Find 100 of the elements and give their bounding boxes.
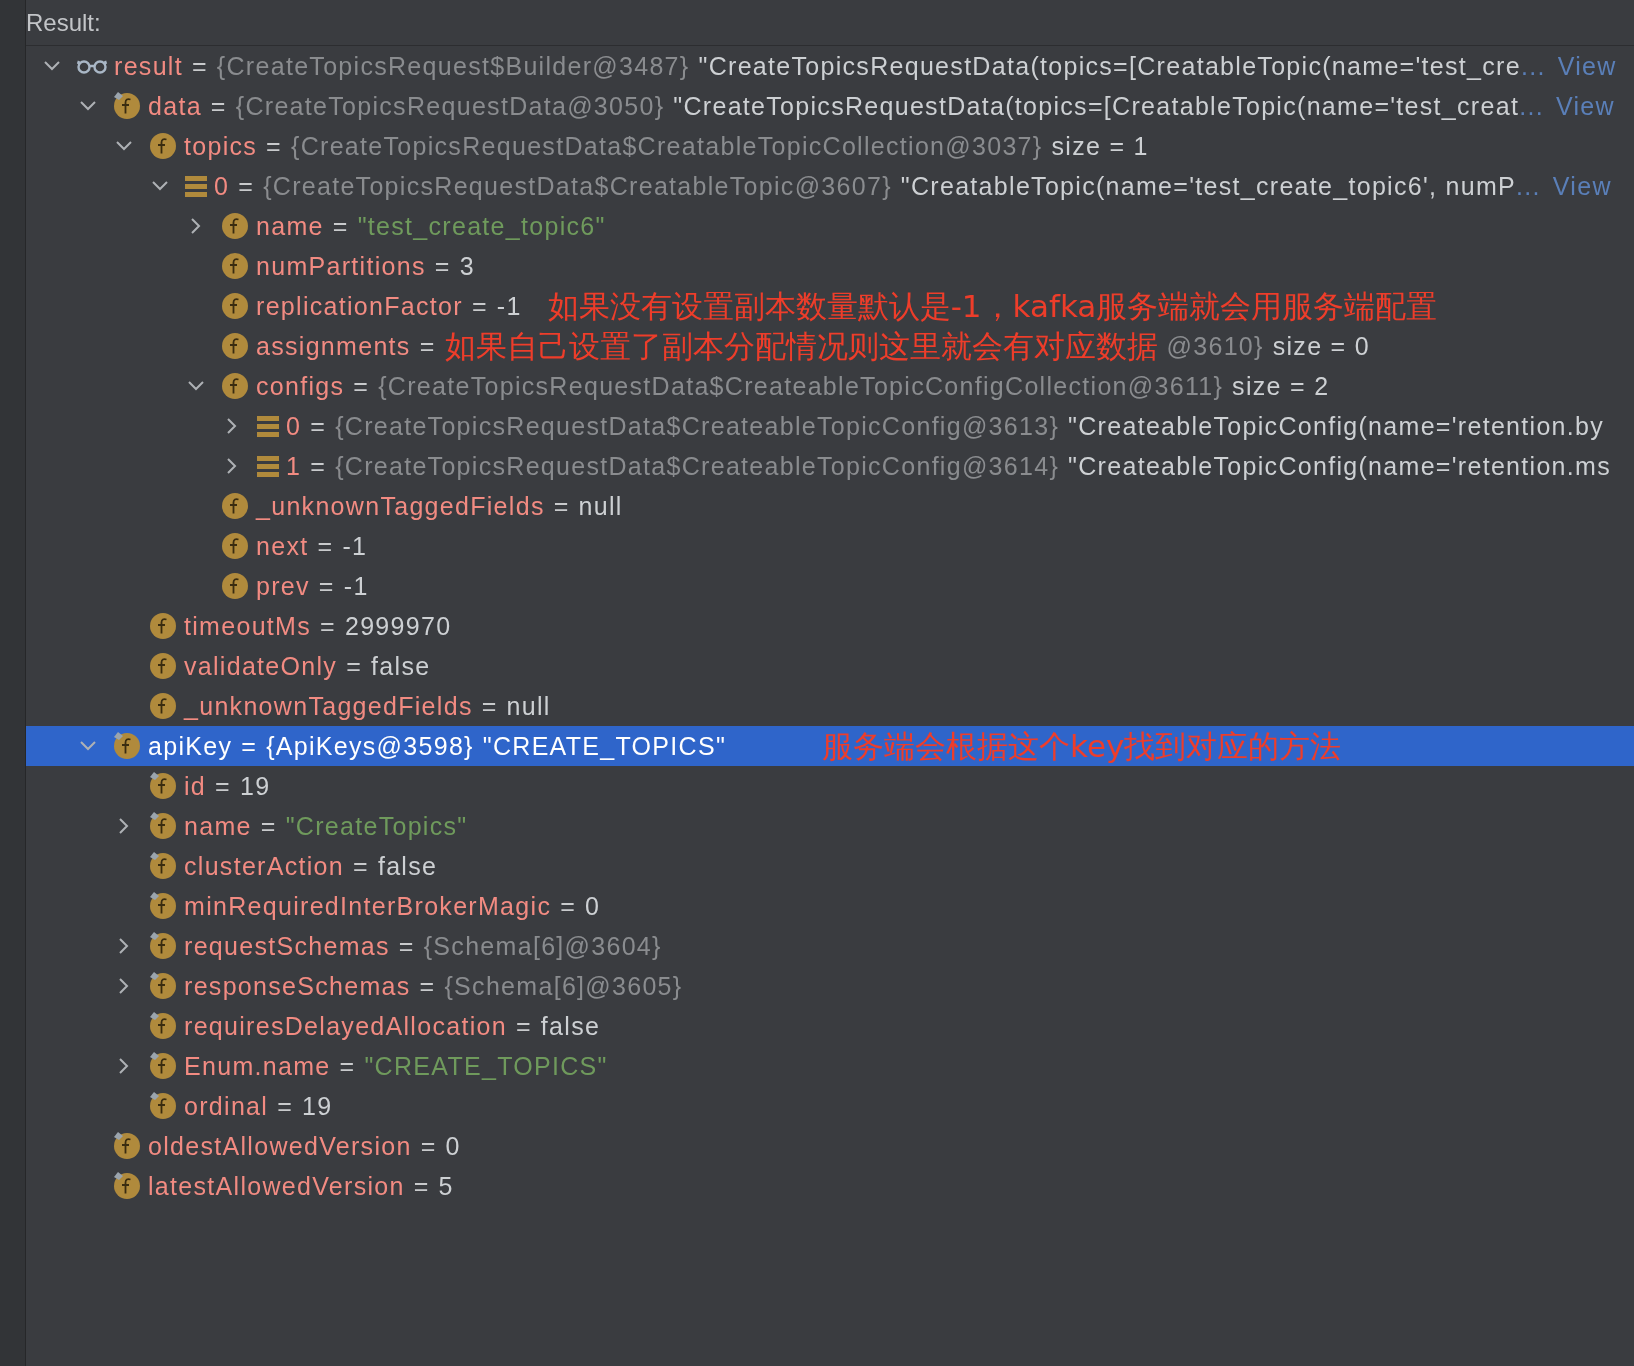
value-text: false [540,1011,601,1041]
variable-name: 0 [214,171,230,201]
value-text: 2999970 [344,611,452,641]
equals-sign: = [346,651,363,681]
equals-sign: = [471,291,488,321]
value-text: "CreatableTopic(name='test_create_topic6', numP [900,171,1517,201]
variable-name: 1 [286,451,302,481]
tree-row[interactable]: requestSchemas = {Schema[6]@3604} [26,926,1634,966]
annotation-text: 如果自己设置了副本分配情况则这里就会有对应数据 [444,327,1158,365]
equals-sign: = [353,371,370,401]
equals-sign: = [413,1171,430,1201]
ellipsis: ... [1520,51,1546,81]
annotation-text: 服务端会根据这个key找到对应的方法 [822,727,1342,765]
string-value: "CREATE_TOPICS" [364,1051,608,1081]
value-text: -1 [342,531,368,561]
tree-row[interactable]: Enum.name = "CREATE_TOPICS" [26,1046,1634,1086]
variable-name: prev [256,571,310,601]
tree-row[interactable]: result = {CreateTopicsRequest$Builder@3487} "CreateTopicsRequestData(topics=[CreatableTopic(name='test_cre... View [26,46,1634,86]
tree-row[interactable]: ordinal = 19 [26,1086,1634,1126]
variable-name: name [184,811,252,841]
value-text: false [377,851,438,881]
object-reference: {CreateTopicsRequestData$CreateableTopicConfig@3614} [335,451,1060,481]
tree-row[interactable]: clusterAction = false [26,846,1634,886]
tree-row[interactable]: _unknownTaggedFields = null [26,686,1634,726]
object-reference: {Schema[6]@3604} [423,931,662,961]
equals-sign: = [560,891,577,921]
tree-row[interactable]: prev = -1 [26,566,1634,606]
size-text: size = 1 [1051,131,1149,161]
equals-sign: = [332,211,349,241]
equals-sign: = [515,1011,532,1041]
variable-name: replicationFactor [256,291,463,321]
tree-row[interactable]: validateOnly = false [26,646,1634,686]
tree-row[interactable]: replicationFactor = -1 如果没有设置副本数量默认是-1，kafka服务端就会用服务端配置 [26,286,1634,326]
object-reference: {CreateTopicsRequestData$CreateableTopicConfigCollection@3611} [378,371,1224,401]
equals-sign: = [419,971,436,1001]
value-text: "CreateableTopicConfig(name='retention.by [1068,411,1605,441]
equals-sign: = [241,731,258,761]
tree-row[interactable]: 1 = {CreateTopicsRequestData$CreateableTopicConfig@3614} "CreateableTopicConfig(name='retention.ms [26,446,1634,486]
value-text: -1 [496,291,522,321]
string-value: "test_create_topic6" [357,211,606,241]
variable-name: next [256,531,309,561]
equals-sign: = [310,451,327,481]
variable-name: topics [184,131,258,161]
tree-row[interactable]: id = 19 [26,766,1634,806]
object-reference: {CreateTopicsRequestData@3050} [235,91,665,121]
value-text: null [578,491,623,521]
variable-name: assignments [256,331,411,361]
value-text: "CreateTopicsRequestData(topics=[CreatableTopic(name='test_cre [698,51,1521,81]
tree-row[interactable]: 0 = {CreateTopicsRequestData$CreateableTopicConfig@3613} "CreateableTopicConfig(name='retention.by [26,406,1634,446]
tree-row[interactable]: topics = {CreateTopicsRequestData$CreatableTopicCollection@3037} size = 1 [26,126,1634,166]
equals-sign: = [339,1051,356,1081]
equals-sign: = [398,931,415,961]
variable-name: _unknownTaggedFields [256,491,545,521]
tree-row[interactable]: assignments = 如果自己设置了副本分配情况则这里就会有对应数据 @3610} size = 0 [26,326,1634,366]
tree-row[interactable]: latestAllowedVersion = 5 [26,1166,1634,1206]
value-text: 0 [445,1131,461,1161]
tree-row[interactable]: oldestAllowedVersion = 0 [26,1126,1634,1166]
tree-row[interactable]: configs = {CreateTopicsRequestData$CreateableTopicConfigCollection@3611} size = 2 [26,366,1634,406]
value-text: 5 [438,1171,454,1201]
equals-sign: = [481,691,498,721]
tree-row[interactable]: next = -1 [26,526,1634,566]
ellipsis: ... [1516,171,1541,201]
equals-sign: = [434,251,451,281]
tree-row[interactable]: 0 = {CreateTopicsRequestData$CreatableTopic@3607} "CreatableTopic(name='test_create_topic6', numP... View [26,166,1634,206]
equals-sign: = [419,331,436,361]
variable-name: requiresDelayedAllocation [184,1011,507,1041]
tree-row[interactable]: numPartitions = 3 [26,246,1634,286]
object-reference: {ApiKeys@3598} [266,731,474,761]
size-text: size = 0 [1272,331,1370,361]
object-reference: {CreateTopicsRequestData$CreatableTopicCollection@3037} [291,131,1043,161]
variable-name: validateOnly [184,651,338,681]
variable-name: ordinal [184,1091,269,1121]
equals-sign: = [553,491,570,521]
tree-row[interactable]: name = "test_create_topic6" [26,206,1634,246]
variable-name: name [256,211,324,241]
variable-name: requestSchemas [184,931,390,961]
equals-sign: = [215,771,231,801]
value-text: 19 [302,1091,333,1121]
tree-row[interactable]: _unknownTaggedFields = null [26,486,1634,526]
variable-name: apiKey [148,731,233,761]
tree-row[interactable]: responseSchemas = {Schema[6]@3605} [26,966,1634,1006]
variable-name: oldestAllowedVersion [148,1131,412,1161]
equals-sign: = [238,171,255,201]
variable-name: numPartitions [256,251,426,281]
tree-row[interactable]: data = {CreateTopicsRequestData@3050} "CreateTopicsRequestData(topics=[CreatableTopic(name='test_creat... View [26,86,1634,126]
equals-sign: = [320,611,336,641]
panel-title: Result: [26,8,101,37]
value-text: 19 [239,771,271,801]
tree-row[interactable]: requiresDelayedAllocation = false [26,1006,1634,1046]
variable-name: id [184,771,207,801]
ellipsis: ... [1519,91,1544,121]
object-reference: {CreateTopicsRequestData$CreateableTopicConfig@3613} [335,411,1060,441]
tree-row[interactable]: timeoutMs = 2999970 [26,606,1634,646]
variable-name: configs [256,371,345,401]
variable-name: 0 [286,411,302,441]
object-reference: {Schema[6]@3605} [444,971,683,1001]
tree-row[interactable]: minRequiredInterBrokerMagic = 0 [26,886,1634,926]
value-text: -1 [343,571,369,601]
tree-row[interactable]: apiKey = {ApiKeys@3598} "CREATE_TOPICS" 服务端会根据这个key找到对应的方法 [26,726,1634,766]
tree-row[interactable]: name = "CreateTopics" [26,806,1634,846]
